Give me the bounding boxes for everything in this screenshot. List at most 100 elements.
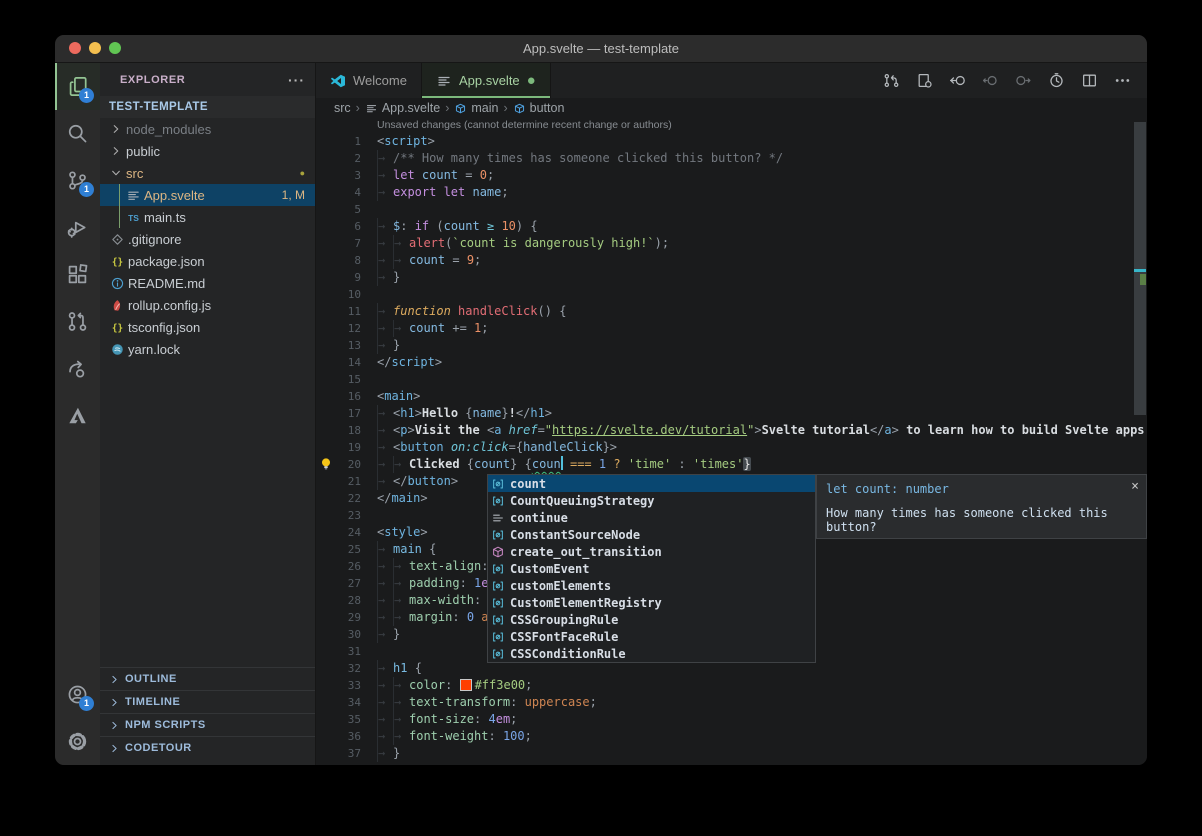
line-number: 5 (316, 201, 361, 218)
compare-changes-button[interactable] (878, 68, 904, 94)
activity-bar-item-azure[interactable] (55, 392, 100, 439)
suggestion-continue[interactable]: continue (488, 509, 815, 526)
code-line-2[interactable]: 2→/** How many times has someone clicked… (316, 150, 1147, 167)
split-editor-button[interactable] (1076, 68, 1102, 94)
tree-item-package.json[interactable]: {}package.json (100, 250, 315, 272)
more-actions-button[interactable] (1109, 68, 1135, 94)
lightbulb-icon[interactable] (319, 457, 333, 471)
tree-item-node_modules[interactable]: node_modules (100, 118, 315, 140)
code-text: →function handleClick() { (361, 303, 566, 320)
suggestion-count[interactable]: count (488, 475, 815, 492)
suggestion-customElements[interactable]: customElements (488, 577, 815, 594)
close-icon[interactable]: × (1131, 479, 1139, 494)
activity-bar-item-search[interactable] (55, 110, 100, 157)
tree-item-src[interactable]: src● (100, 162, 315, 184)
breadcrumb-item-main[interactable]: main (454, 101, 498, 115)
line-number: 31 (316, 643, 361, 660)
explorer-more-actions-icon[interactable]: ··· (288, 72, 305, 88)
tree-item-public[interactable]: public (100, 140, 315, 162)
code-line-9[interactable]: 9→} (316, 269, 1147, 286)
navigate-back-button[interactable] (944, 68, 970, 94)
code-line-36[interactable]: 36→→font-weight: 100; (316, 728, 1147, 745)
code-line-3[interactable]: 3→let count = 0; (316, 167, 1147, 184)
code-line-11[interactable]: 11→function handleClick() { (316, 303, 1147, 320)
code-text: →main { (361, 541, 436, 558)
code-line-5[interactable]: 5 (316, 201, 1147, 218)
activity-bar-item-accounts[interactable]: 1 (55, 671, 100, 718)
svelte-icon (365, 102, 378, 115)
tab-welcome[interactable]: Welcome (316, 63, 422, 98)
workspace-root-row[interactable]: TEST-TEMPLATE (100, 96, 315, 118)
code-line-8[interactable]: 8→→count = 9; (316, 252, 1147, 269)
codelens-unsaved-changes[interactable]: Unsaved changes (cannot determine recent… (377, 118, 1147, 133)
code-line-20[interactable]: 20→→Clicked {count} {coun === 1 ? 'time'… (316, 456, 1147, 473)
code-line-18[interactable]: 18→<p>Visit the <a href="https://svelte.… (316, 422, 1147, 439)
sidebar-section-timeline[interactable]: TIMELINE (100, 690, 315, 713)
ts-file-icon: TS (124, 210, 142, 225)
code-line-17[interactable]: 17→<h1>Hello {name}!</h1> (316, 405, 1147, 422)
sidebar-section-codetour[interactable]: CODETOUR (100, 736, 315, 759)
activity-bar-item-extensions[interactable] (55, 251, 100, 298)
code-line-13[interactable]: 13→} (316, 337, 1147, 354)
line-number: 18 (316, 422, 361, 439)
code-line-4[interactable]: 4→export let name; (316, 184, 1147, 201)
suggestion-CSSConditionRule[interactable]: CSSConditionRule (488, 645, 815, 662)
sidebar-section-outline[interactable]: OUTLINE (100, 667, 315, 690)
activity-bar-item-run-debug[interactable] (55, 204, 100, 251)
code-line-34[interactable]: 34→→text-transform: uppercase; (316, 694, 1147, 711)
activity-bar-item-source-control[interactable]: 1 (55, 157, 100, 204)
code-line-35[interactable]: 35→→font-size: 4em; (316, 711, 1147, 728)
activity-bar-item-github-pr[interactable] (55, 298, 100, 345)
breadcrumb-label: button (530, 101, 565, 115)
tree-item-tsconfig.json[interactable]: {}tsconfig.json (100, 316, 315, 338)
code-line-6[interactable]: 6→$: if (count ≥ 10) { (316, 218, 1147, 235)
tree-item-label: rollup.config.js (128, 298, 211, 313)
next-change-button[interactable] (1010, 68, 1036, 94)
suggestion-CSSFontFaceRule[interactable]: CSSFontFaceRule (488, 628, 815, 645)
code-line-19[interactable]: 19→<button on:click={handleClick}> (316, 439, 1147, 456)
suggestion-CustomElementRegistry[interactable]: CustomElementRegistry (488, 594, 815, 611)
code-line-16[interactable]: 16<main> (316, 388, 1147, 405)
suggestion-CSSGroupingRule[interactable]: CSSGroupingRule (488, 611, 815, 628)
code-line-15[interactable]: 15 (316, 371, 1147, 388)
breadcrumb-item-button[interactable]: button (513, 101, 565, 115)
breadcrumb-label: src (334, 101, 351, 115)
suggestion-label: CSSGroupingRule (510, 613, 618, 627)
code-line-10[interactable]: 10 (316, 286, 1147, 303)
code-line-37[interactable]: 37→} (316, 745, 1147, 762)
code-text: →} (361, 337, 400, 354)
modified-dot-icon: ● (527, 73, 536, 88)
tree-item-rollup.config.js[interactable]: rollup.config.js (100, 294, 315, 316)
tree-item-App.svelte[interactable]: App.svelte1, M (100, 184, 315, 206)
code-line-12[interactable]: 12→→count += 1; (316, 320, 1147, 337)
breadcrumb-separator: › (503, 101, 507, 115)
timer-button[interactable] (1043, 68, 1069, 94)
code-text: →/** How many times has someone clicked … (361, 150, 783, 167)
suggestion-create_out_transition[interactable]: create_out_transition (488, 543, 815, 560)
tree-item-.gitignore[interactable]: .gitignore (100, 228, 315, 250)
breadcrumb-item-app-svelte[interactable]: App.svelte (365, 101, 440, 115)
code-line-14[interactable]: 14</script> (316, 354, 1147, 371)
code-line-1[interactable]: 1<script> (316, 133, 1147, 150)
tree-item-yarn.lock[interactable]: yarn.lock (100, 338, 315, 360)
symbol-variable-icon (491, 477, 505, 491)
suggestion-CountQueuingStrategy[interactable]: CountQueuingStrategy (488, 492, 815, 509)
badge: 1 (79, 696, 94, 711)
code-editor[interactable]: Unsaved changes (cannot determine recent… (316, 118, 1147, 765)
sidebar-section-npm-scripts[interactable]: NPM SCRIPTS (100, 713, 315, 736)
code-line-33[interactable]: 33→→color: #ff3e00; (316, 677, 1147, 694)
tree-item-main.ts[interactable]: TSmain.ts (100, 206, 315, 228)
activity-bar-item-explorer[interactable]: 1 (55, 63, 100, 110)
open-changes-button[interactable] (911, 68, 937, 94)
previous-change-button[interactable] (977, 68, 1003, 94)
activity-bar-item-live-share[interactable] (55, 345, 100, 392)
line-number: 24 (316, 524, 361, 541)
tree-item-README.md[interactable]: README.md (100, 272, 315, 294)
activity-bar-item-settings[interactable] (55, 718, 100, 765)
suggestion-ConstantSourceNode[interactable]: ConstantSourceNode (488, 526, 815, 543)
tab-app-svelte[interactable]: App.svelte● (422, 63, 551, 98)
breadcrumb-item-src[interactable]: src (334, 101, 351, 115)
suggestion-CustomEvent[interactable]: CustomEvent (488, 560, 815, 577)
code-line-7[interactable]: 7→→alert(`count is dangerously high!`); (316, 235, 1147, 252)
tree-item-label: public (126, 144, 160, 159)
